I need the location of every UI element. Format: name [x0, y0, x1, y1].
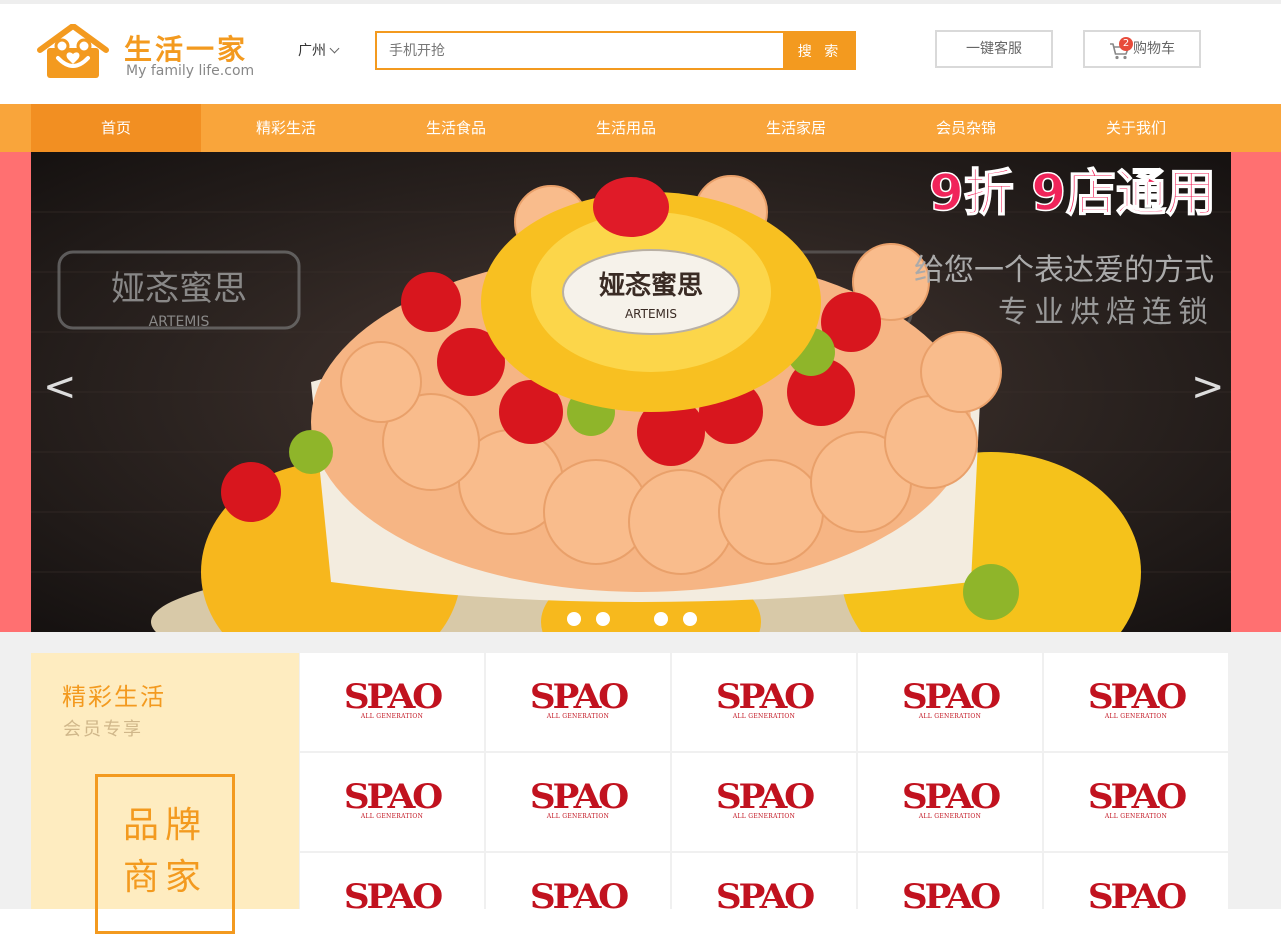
- brand-merchant-box[interactable]: 品牌 商家: [95, 774, 235, 934]
- brand-cell[interactable]: SPAOALL GENERATION: [858, 753, 1042, 851]
- plaque-brand-en: ARTEMIS: [625, 307, 677, 321]
- promo-title: 精彩生活: [62, 683, 166, 711]
- brand-logo-text: SPAO: [1087, 877, 1187, 909]
- cart-count-badge: 2: [1119, 37, 1133, 51]
- next-slide-button[interactable]: >: [1191, 367, 1225, 407]
- brand-logo-text: SPAO: [901, 777, 1001, 817]
- brand-cell[interactable]: SPAOALL GENERATION: [1044, 753, 1228, 851]
- brand-tagline: ALL GENERATION: [360, 813, 424, 820]
- brand-tagline: ALL GENERATION: [732, 813, 796, 820]
- brand-cell[interactable]: SPAOALL GENERATION: [300, 753, 484, 851]
- brand-cell[interactable]: SPAOALL GENERATION: [672, 853, 856, 909]
- plaque-brand-cn: 娅忞蜜思: [599, 270, 703, 301]
- slide-dot-1[interactable]: [567, 612, 581, 626]
- prev-slide-button[interactable]: <: [43, 367, 77, 407]
- brand-logo-text: SPAO: [343, 677, 443, 717]
- brand-cell[interactable]: SPAOALL GENERATION: [486, 653, 670, 751]
- site-header: 生活一家 My family life.com 广州 搜 索 一键客服 2 购物…: [0, 4, 1281, 104]
- chevron-down-icon: [329, 43, 340, 54]
- brand-logo-text: SPAO: [529, 877, 629, 909]
- brand-cell[interactable]: SPAOALL GENERATION: [672, 653, 856, 751]
- brand-tagline: ALL GENERATION: [918, 813, 982, 820]
- logo-subtitle: My family life.com: [126, 63, 255, 79]
- brand-tagline: ALL GENERATION: [918, 713, 982, 720]
- house-family-icon: [37, 24, 109, 78]
- nav-item-home[interactable]: 首页: [31, 104, 201, 152]
- brand-tagline: ALL GENERATION: [546, 713, 610, 720]
- nav-item-wonderful-life[interactable]: 精彩生活: [201, 104, 371, 152]
- brand-tagline: ALL GENERATION: [360, 713, 424, 720]
- banner-slogan-2: 专业烘焙连锁: [998, 295, 1214, 330]
- site-logo[interactable]: 生活一家 My family life.com: [36, 24, 266, 84]
- brand-cell[interactable]: SPAOALL GENERATION: [1044, 653, 1228, 751]
- search-bar: 搜 索: [375, 31, 856, 70]
- brand-logo-text: SPAO: [343, 777, 443, 817]
- brand-logo-text: SPAO: [1087, 777, 1187, 817]
- city-label: 广州: [298, 43, 326, 59]
- brand-cell[interactable]: SPAOALL GENERATION: [300, 853, 484, 909]
- brand-tagline: ALL GENERATION: [732, 713, 796, 720]
- nav-item-home-furnishing[interactable]: 生活家居: [711, 104, 881, 152]
- nav-item-food[interactable]: 生活食品: [371, 104, 541, 152]
- brand-logo-text: SPAO: [715, 777, 815, 817]
- brand-cell[interactable]: SPAOALL GENERATION: [672, 753, 856, 851]
- brand-cell[interactable]: SPAOALL GENERATION: [300, 653, 484, 751]
- banner-slide[interactable]: 娅忞蜜思 ARTEMIS 娅忞蜜思 ARTEMIS 9折 9店通用 给您一个表达…: [31, 152, 1231, 632]
- main-nav: 首页 精彩生活 生活食品 生活用品 生活家居 会员杂锦 关于我们: [0, 104, 1281, 152]
- watermark-brand-cn: 娅忞蜜思: [111, 269, 247, 309]
- brand-logo-text: SPAO: [529, 677, 629, 717]
- promo-box-line-1: 品牌: [122, 805, 207, 846]
- brand-tagline: ALL GENERATION: [1104, 713, 1168, 720]
- watermark-brand-en: ARTEMIS: [149, 314, 210, 330]
- brand-cell[interactable]: SPAOALL GENERATION: [1044, 853, 1228, 909]
- banner-slogan-1: 给您一个表达爱的方式: [914, 253, 1214, 288]
- search-input[interactable]: [375, 31, 785, 70]
- promo-panel: 精彩生活 会员专享 品牌 商家: [31, 653, 299, 934]
- brand-tagline: ALL GENERATION: [1104, 813, 1168, 820]
- brand-logo-text: SPAO: [1087, 677, 1187, 717]
- brand-cell[interactable]: SPAOALL GENERATION: [486, 853, 670, 909]
- cake-illustration: 娅忞蜜思 ARTEMIS 娅忞蜜思 ARTEMIS 9折 9店通用 给您一个表达…: [31, 163, 1231, 632]
- brand-logo-text: SPAO: [901, 877, 1001, 909]
- nav-item-supplies[interactable]: 生活用品: [541, 104, 711, 152]
- nav-item-member-misc[interactable]: 会员杂锦: [881, 104, 1051, 152]
- brand-cell[interactable]: SPAOALL GENERATION: [486, 753, 670, 851]
- banner-headline: 9折 9店通用: [929, 164, 1216, 222]
- brand-cell[interactable]: SPAOALL GENERATION: [858, 653, 1042, 751]
- brand-logo-text: SPAO: [529, 777, 629, 817]
- nav-item-about-us[interactable]: 关于我们: [1051, 104, 1221, 152]
- search-button[interactable]: 搜 索: [784, 31, 856, 70]
- cart-button[interactable]: 2 购物车: [1083, 30, 1201, 68]
- brand-logo-text: SPAO: [715, 677, 815, 717]
- slide-dot-5[interactable]: [683, 612, 697, 626]
- customer-service-button[interactable]: 一键客服: [935, 30, 1053, 68]
- brand-logo-text: SPAO: [715, 877, 815, 909]
- promo-box-line-2: 商家: [122, 857, 207, 898]
- slide-dot-2[interactable]: [596, 612, 610, 626]
- slide-dot-4[interactable]: [654, 612, 668, 626]
- cart-label: 购物车: [1133, 41, 1175, 57]
- brand-cell[interactable]: SPAOALL GENERATION: [858, 853, 1042, 909]
- brand-tagline: ALL GENERATION: [546, 813, 610, 820]
- city-selector[interactable]: 广州: [298, 40, 340, 60]
- brand-logo-text: SPAO: [343, 877, 443, 909]
- promo-subtitle: 会员专享: [63, 719, 143, 740]
- logo-title: 生活一家: [124, 33, 249, 66]
- brand-logo-text: SPAO: [901, 677, 1001, 717]
- brand-grid: SPAO ALL GENERATION SPAO ALL GENERATION SP…: [299, 653, 1231, 909]
- hero-banner: 娅忞蜜思 ARTEMIS 娅忞蜜思 ARTEMIS 9折 9店通用 给您一个表达…: [0, 152, 1281, 632]
